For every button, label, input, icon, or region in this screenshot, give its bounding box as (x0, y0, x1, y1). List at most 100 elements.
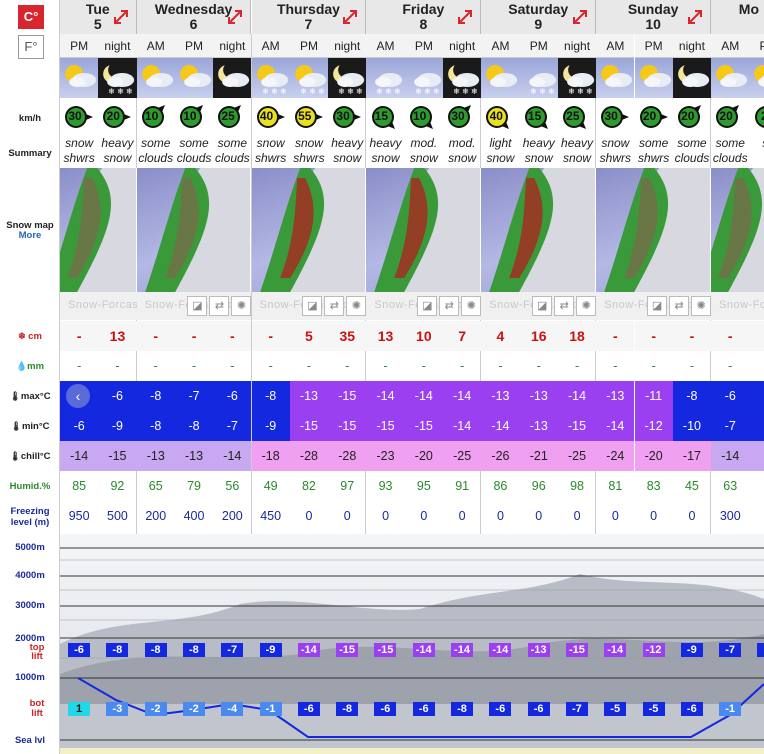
min-temp: -7 (711, 411, 750, 441)
expand-icon[interactable] (341, 8, 359, 26)
max-temp: -6 (98, 381, 137, 411)
expand-icon[interactable] (226, 8, 244, 26)
swap-icon[interactable]: ⇄ (209, 296, 230, 316)
sun-outline-icon[interactable]: ✺ (461, 296, 482, 316)
swap-icon[interactable]: ⇄ (324, 296, 345, 316)
swap-icon[interactable]: ⇄ (669, 296, 690, 316)
min-temp: -10 (672, 411, 712, 441)
summary-line-1: so (749, 136, 764, 151)
more-link[interactable]: More (0, 230, 60, 241)
sun-outline-icon[interactable]: ✺ (231, 296, 252, 316)
sun-outline-icon[interactable]: ✺ (576, 296, 597, 316)
sea-level-label: Sea lvl (14, 735, 46, 746)
snow-map-image[interactable] (60, 168, 137, 292)
period-label: AM (366, 34, 405, 58)
wind-speed: 40 (489, 109, 503, 123)
rain-amount: - (268, 359, 273, 373)
weather-icon: ❄ ❄ ❄ (251, 58, 290, 98)
snowflake-icon: ❄ (18, 331, 29, 341)
sun-outline-icon[interactable]: ✺ (346, 296, 367, 316)
period-label: night (328, 34, 367, 58)
snow-amount: 13 (98, 321, 137, 351)
top-lift-temp: -14 (604, 643, 627, 657)
wind-speed: 25 (566, 109, 580, 123)
max-temp: -8 (251, 381, 290, 411)
back-arrow-icon[interactable]: ‹ (66, 384, 90, 408)
wind-speed: 15 (527, 109, 542, 123)
chill-temp: -13 (136, 441, 175, 471)
day-header[interactable]: Thursday 7 (251, 0, 367, 34)
freezing-level: 300 (719, 509, 741, 523)
swap-icon[interactable]: ⇄ (554, 296, 575, 316)
snow-map-image[interactable] (251, 168, 367, 292)
expand-icon[interactable] (686, 8, 704, 26)
snow-map-image[interactable] (711, 168, 764, 292)
celsius-button[interactable]: C° (18, 5, 44, 29)
map-toggle-icon[interactable]: ◪ (302, 296, 323, 316)
min-temp: -14 (443, 411, 482, 441)
map-toggle-icon[interactable]: ◪ (532, 296, 553, 316)
summary-line-2: snow (563, 151, 592, 165)
wind-indicator: 55 (290, 98, 328, 136)
max-temp: -13 (289, 381, 329, 411)
bot-lift-temp: -2 (182, 702, 205, 716)
summary-line-2: clouds (176, 151, 212, 165)
day-header[interactable]: Mo (711, 0, 764, 34)
day-header[interactable]: Wednesday 6 (136, 0, 252, 34)
wind-speed: 15 (374, 109, 389, 123)
snow-map-image[interactable] (596, 168, 712, 292)
wind-indicator: 30 (328, 98, 366, 136)
summary-line-2: shwrs (63, 151, 95, 165)
wind-indicator: 20 (635, 98, 673, 136)
snow-map-image[interactable] (136, 168, 252, 292)
svg-text:❄ ❄ ❄: ❄ ❄ ❄ (530, 87, 555, 96)
map-toggle-icon[interactable]: ◪ (187, 296, 208, 316)
day-header[interactable]: Sunday 10 (596, 0, 712, 34)
summary-text: some clouds (213, 136, 251, 168)
chill-temp: -26 (481, 441, 520, 471)
summary-line-2: snow (103, 151, 132, 165)
map-toggle-icon[interactable]: ◪ (647, 296, 668, 316)
terrain-map-graphic (60, 168, 136, 292)
snow-map-image[interactable] (481, 168, 597, 292)
day-header[interactable]: Saturday 9 (481, 0, 597, 34)
summary-line-1: some (141, 136, 171, 150)
snow-amount: 4 (481, 321, 520, 351)
expand-icon[interactable] (456, 8, 474, 26)
wind-speed: 40 (259, 109, 274, 123)
sun-outline-icon[interactable]: ✺ (691, 296, 712, 316)
alt-5000-label: 5000m (15, 542, 45, 553)
day-header[interactable]: Friday 8 (366, 0, 482, 34)
chill-temp: -21 (519, 441, 558, 471)
snow-map-image[interactable] (366, 168, 482, 292)
rain-label: 💧mm (15, 361, 45, 372)
min-temp: -13 (519, 411, 558, 441)
humidity-value: 86 (493, 479, 508, 493)
map-toggle-icon[interactable]: ◪ (417, 296, 438, 316)
expand-icon[interactable] (571, 8, 589, 26)
weather-icon: ❄ ❄ ❄ (328, 58, 367, 98)
expand-icon[interactable] (112, 8, 130, 26)
summary-line-1: some (715, 136, 745, 150)
terrain-map-graphic (144, 168, 251, 292)
humidity-value: 91 (455, 479, 470, 493)
summary-text: snow shwrs (290, 136, 328, 168)
day-header[interactable]: Tue 5 (60, 0, 137, 34)
wind-speed: 10 (144, 109, 159, 123)
wind-speed: 30 (451, 109, 465, 123)
snow-amount: - (596, 321, 635, 351)
summary-line-2: snow (524, 151, 553, 165)
max-temp: -11 (634, 381, 673, 411)
freezing-level: 0 (650, 509, 658, 523)
wind-indicator: 30 (443, 98, 481, 136)
period-label: night (443, 34, 482, 58)
fahrenheit-button[interactable]: F° (18, 35, 44, 59)
max-temp: -14 (443, 381, 482, 411)
summary-line-2: snow (448, 151, 477, 165)
chill-temp: -18 (251, 441, 290, 471)
svg-text:❄ ❄ ❄: ❄ ❄ ❄ (415, 87, 440, 96)
summary-line-2: shwrs (293, 151, 325, 165)
swap-icon[interactable]: ⇄ (439, 296, 460, 316)
wind-speed: 25 (221, 109, 235, 123)
period-label: night (557, 34, 597, 58)
